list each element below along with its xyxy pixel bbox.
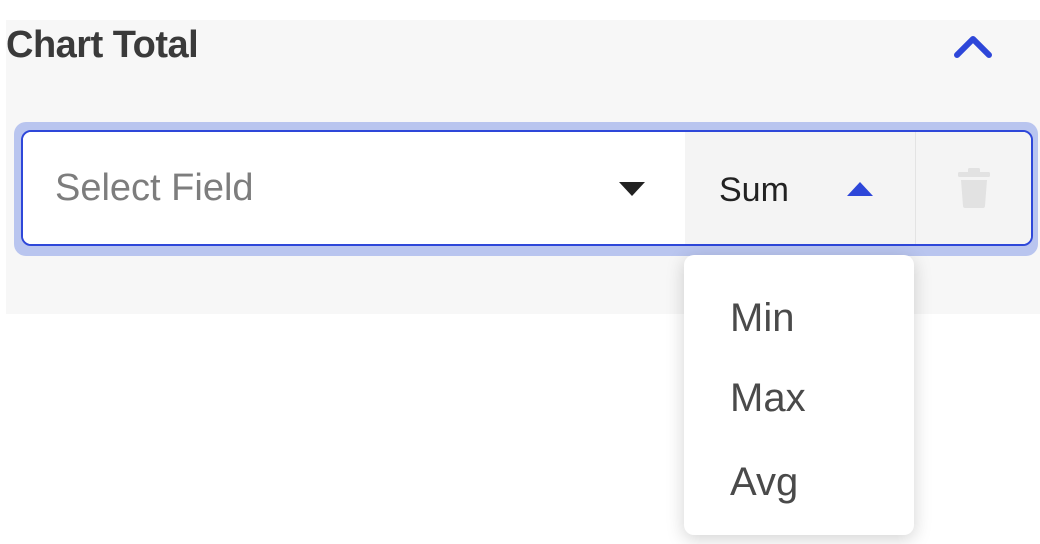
- aggregation-selected-value: Sum: [719, 171, 789, 209]
- trash-icon: [958, 168, 990, 208]
- dropdown-option-max[interactable]: Max: [730, 375, 806, 421]
- select-field-placeholder: Select Field: [55, 167, 254, 209]
- field-row: Select Field Sum: [14, 122, 1038, 256]
- panel-title: Chart Total: [6, 24, 199, 66]
- aggregation-dropdown-menu: Min Max Avg: [684, 255, 914, 535]
- delete-button[interactable]: [916, 132, 1031, 244]
- aggregation-select[interactable]: Sum: [685, 132, 916, 244]
- collapse-button[interactable]: [950, 28, 996, 64]
- dropdown-option-avg[interactable]: Avg: [730, 459, 798, 505]
- select-field-dropdown[interactable]: Select Field: [23, 132, 686, 244]
- dropdown-option-min[interactable]: Min: [730, 295, 794, 341]
- chevron-up-icon: [954, 36, 992, 58]
- field-row-inner: Select Field Sum: [21, 130, 1033, 246]
- caret-up-icon: [847, 182, 873, 196]
- caret-down-icon: [619, 182, 645, 196]
